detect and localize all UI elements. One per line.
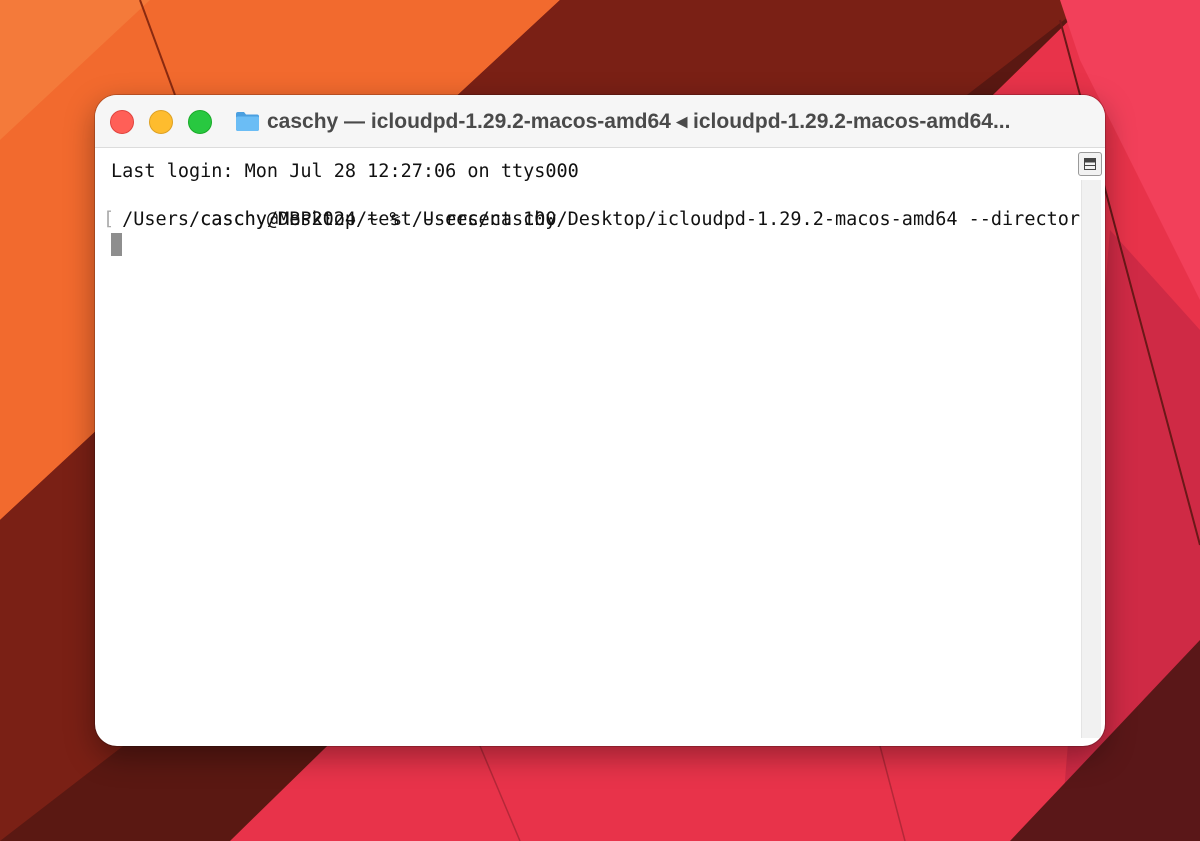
selection-mark-start: [ <box>103 209 115 230</box>
window-title: caschy — icloudpd-1.29.2-macos-amd64 ◂ i… <box>267 110 1011 133</box>
cursor-line[interactable] <box>111 232 1071 256</box>
folder-icon <box>235 110 260 132</box>
title-bar[interactable]: caschy — icloudpd-1.29.2-macos-amd64 ◂ i… <box>95 95 1105 148</box>
last-login-line: Last login: Mon Jul 28 12:27:06 on ttys0… <box>111 161 579 182</box>
command-text: caschy@MBP2024 ~ % /Users/caschy/Desktop… <box>200 209 1092 230</box>
split-pane-button[interactable] <box>1078 152 1102 176</box>
scrollbar-track[interactable] <box>1081 180 1101 738</box>
maximize-button[interactable] <box>188 110 212 134</box>
terminal-output[interactable]: Last login: Mon Jul 28 12:27:06 on ttys0… <box>103 160 1102 256</box>
terminal-content[interactable]: Last login: Mon Jul 28 12:27:06 on ttys0… <box>95 148 1105 746</box>
command-line: [ caschy@MBP2024 ~ % /Users/caschy/Deskto… <box>103 184 1102 230</box>
split-pane-icon <box>1084 158 1096 170</box>
terminal-window[interactable]: caschy — icloudpd-1.29.2-macos-amd64 ◂ i… <box>95 95 1105 746</box>
minimize-button[interactable] <box>149 110 173 134</box>
close-button[interactable] <box>110 110 134 134</box>
